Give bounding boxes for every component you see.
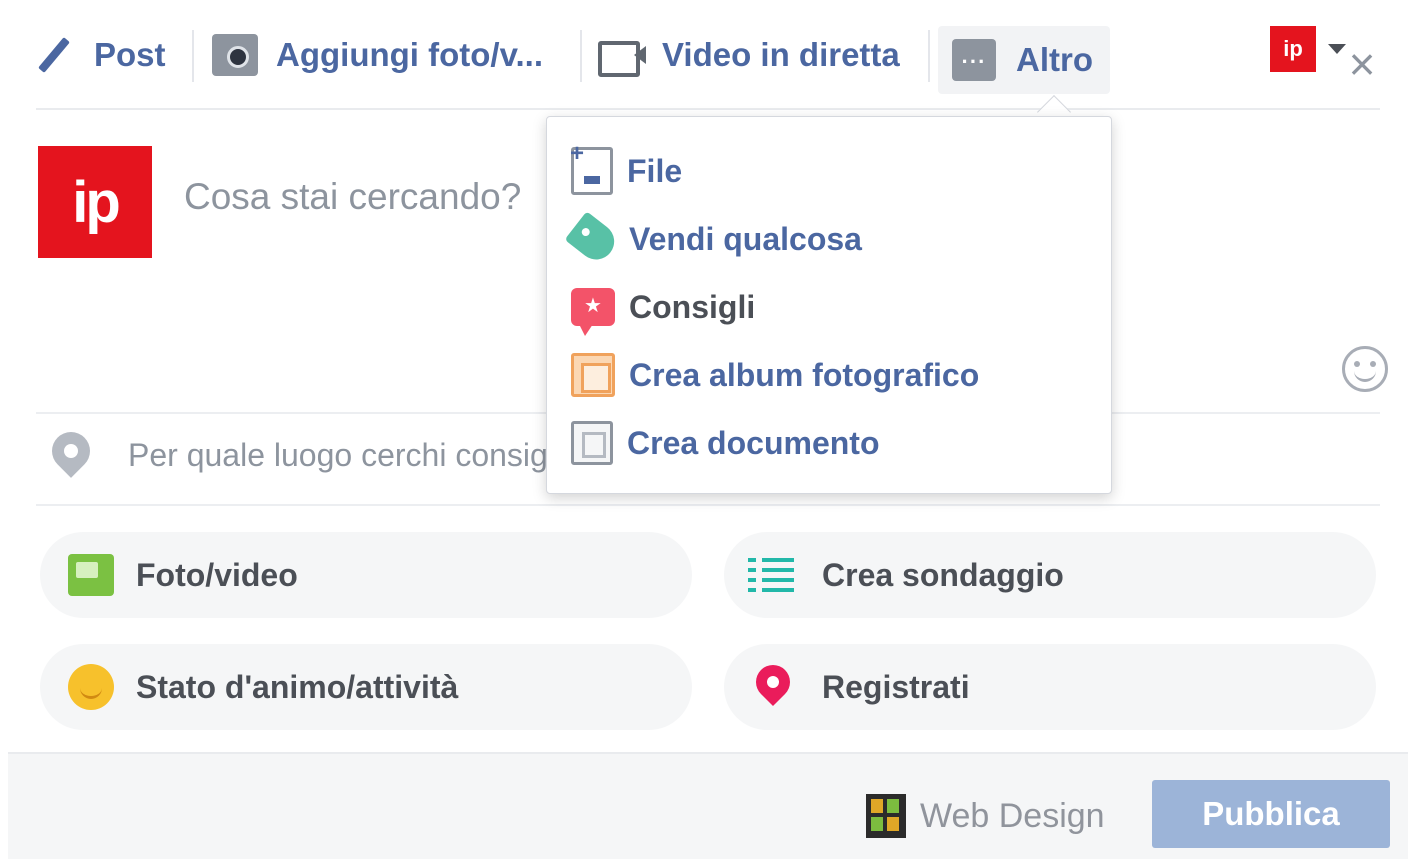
composer-input[interactable]: Cosa stai cercando? bbox=[184, 176, 521, 218]
menu-item-label: File bbox=[627, 152, 683, 189]
poll-list-icon bbox=[748, 556, 794, 594]
tag-icon bbox=[564, 211, 622, 267]
create-poll-button[interactable]: Crea sondaggio bbox=[724, 532, 1376, 618]
page-grid-icon bbox=[866, 794, 906, 838]
photo-album-icon bbox=[571, 353, 615, 397]
publish-button[interactable]: Pubblica bbox=[1152, 780, 1390, 848]
divider bbox=[36, 108, 1380, 110]
map-pin-icon bbox=[754, 663, 792, 711]
tab-live-video-label: Video in diretta bbox=[662, 36, 900, 73]
check-in-button[interactable]: Registrati bbox=[724, 644, 1376, 730]
document-icon bbox=[571, 421, 613, 465]
tab-add-photo-video[interactable]: Aggiungi foto/v... bbox=[212, 22, 543, 88]
create-poll-label: Crea sondaggio bbox=[822, 556, 1064, 593]
check-in-label: Registrati bbox=[822, 668, 970, 705]
menu-item-label: Crea documento bbox=[627, 424, 880, 461]
smiley-icon bbox=[68, 664, 114, 710]
menu-item-file[interactable]: File bbox=[570, 140, 683, 199]
tab-divider bbox=[192, 30, 194, 82]
more-dropdown-menu: File Vendi qualcosa ★ Consigli Crea albu… bbox=[546, 116, 1112, 494]
composer-tab-bar: Post Aggiungi foto/v... Video in diretta… bbox=[0, 0, 1408, 110]
audience-label: Web Design bbox=[920, 796, 1105, 835]
tab-post[interactable]: Post bbox=[34, 22, 166, 88]
menu-item-create-album[interactable]: Crea album fotografico bbox=[571, 347, 979, 403]
menu-item-label: Consigli bbox=[629, 288, 756, 325]
menu-item-label: Vendi qualcosa bbox=[629, 220, 862, 257]
tab-live-video[interactable]: Video in diretta bbox=[598, 22, 900, 88]
pencil-icon bbox=[34, 33, 72, 77]
tab-more[interactable]: ··· Altro bbox=[938, 26, 1110, 94]
more-dots-icon: ··· bbox=[952, 39, 996, 81]
video-camera-icon bbox=[598, 37, 646, 77]
tab-more-label: Altro bbox=[1016, 41, 1093, 78]
emoji-picker-icon[interactable] bbox=[1342, 346, 1388, 392]
menu-item-sell-something[interactable]: Vendi qualcosa bbox=[564, 211, 862, 267]
camera-icon bbox=[212, 34, 258, 76]
location-input[interactable]: Per quale luogo cerchi consigli? bbox=[128, 437, 548, 474]
location-pin-icon bbox=[48, 430, 94, 482]
photo-video-label: Foto/video bbox=[136, 556, 298, 593]
recommendation-bubble-icon: ★ bbox=[571, 288, 615, 336]
tab-divider bbox=[580, 30, 582, 82]
feeling-activity-label: Stato d'animo/attività bbox=[136, 668, 459, 705]
tab-add-photo-label: Aggiungi foto/v... bbox=[276, 36, 543, 73]
close-icon[interactable]: × bbox=[1340, 41, 1384, 88]
menu-item-recommendations[interactable]: ★ Consigli bbox=[571, 279, 756, 336]
page-avatar-switcher[interactable]: ip bbox=[1270, 26, 1316, 72]
menu-item-label: Crea album fotografico bbox=[629, 356, 980, 393]
feeling-activity-button[interactable]: Stato d'animo/attività bbox=[40, 644, 692, 730]
photo-video-button[interactable]: Foto/video bbox=[40, 532, 692, 618]
photo-icon bbox=[68, 554, 114, 596]
tab-divider bbox=[928, 30, 930, 82]
menu-item-create-document[interactable]: Crea documento bbox=[571, 415, 879, 471]
divider bbox=[36, 504, 1380, 506]
file-upload-icon bbox=[570, 140, 613, 195]
tab-post-label: Post bbox=[94, 36, 166, 73]
avatar: ip bbox=[38, 146, 152, 258]
audience-selector[interactable]: Web Design bbox=[866, 794, 1105, 838]
